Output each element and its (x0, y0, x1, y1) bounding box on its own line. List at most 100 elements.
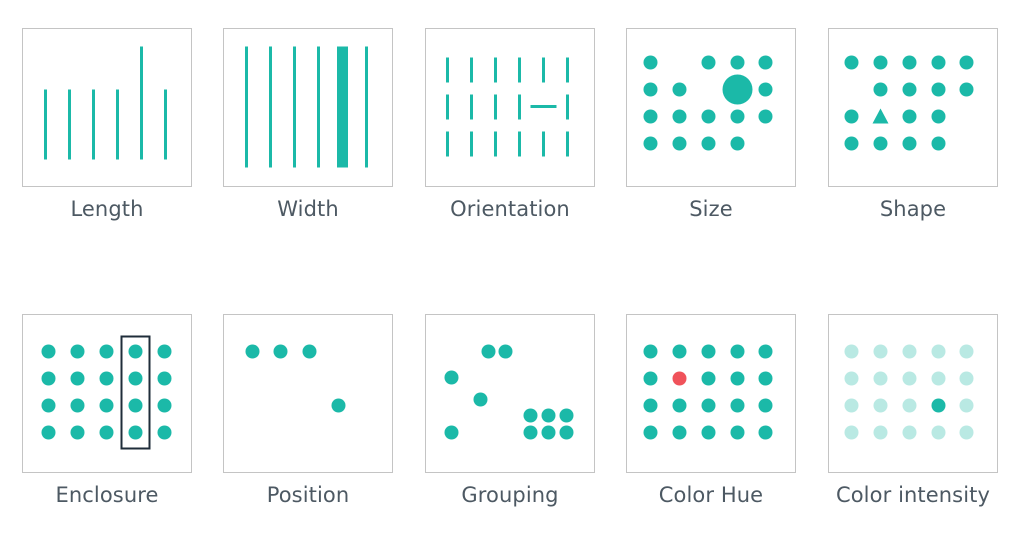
length-illustration (22, 28, 192, 187)
panel-label: Color Hue (658, 483, 764, 507)
dot (730, 136, 745, 151)
dot (902, 82, 917, 97)
dot (672, 398, 687, 413)
line-mark (164, 89, 167, 160)
panel-color-hue: Color Hue (626, 314, 796, 507)
panel-label: Length (70, 197, 144, 221)
dot (873, 371, 888, 386)
panel-label: Enclosure (55, 483, 159, 507)
dot (701, 55, 716, 70)
grouping-graphic (444, 344, 574, 440)
dot (873, 136, 888, 151)
dot (758, 55, 773, 70)
dot (758, 371, 773, 386)
dot (157, 425, 172, 440)
line-mark (365, 46, 368, 168)
line-mark (317, 46, 320, 168)
dot (758, 344, 773, 359)
line-mark (446, 131, 449, 157)
panel-width: Width (223, 28, 393, 221)
orientation-illustration (425, 28, 595, 187)
dot (873, 344, 888, 359)
dot (643, 55, 658, 70)
dot (931, 55, 946, 70)
panel-orientation: Orientation (425, 28, 595, 221)
dot (701, 425, 716, 440)
panel-shape: Shape (828, 28, 998, 221)
dot (873, 55, 888, 70)
dot (99, 371, 114, 386)
dot (70, 344, 85, 359)
dot (701, 371, 716, 386)
dot (128, 398, 143, 413)
width-illustration (223, 28, 393, 187)
line-mark (518, 131, 521, 157)
dot (959, 398, 974, 413)
dot (730, 55, 745, 70)
dot (931, 425, 946, 440)
dot (844, 109, 859, 124)
dot (672, 82, 687, 97)
dot (541, 425, 556, 440)
line-mark (542, 131, 545, 157)
dot (157, 398, 172, 413)
dot (730, 344, 745, 359)
dot (758, 82, 773, 97)
line-mark (140, 46, 143, 160)
dot (643, 425, 658, 440)
grouping-illustration (425, 314, 595, 473)
dot (99, 398, 114, 413)
dot (273, 344, 288, 359)
length-graphic (44, 46, 167, 160)
dot (99, 344, 114, 359)
dot (41, 398, 56, 413)
position-graphic (245, 344, 346, 413)
dot (959, 344, 974, 359)
dot (931, 82, 946, 97)
panel-position: Position (223, 314, 393, 507)
panel-label: Position (266, 483, 350, 507)
dot (730, 425, 745, 440)
dot (672, 425, 687, 440)
dot (758, 398, 773, 413)
panel-length: Length (22, 28, 192, 221)
dot (302, 344, 317, 359)
orientation-graphic (446, 57, 569, 157)
dot (41, 371, 56, 386)
shape-illustration (828, 28, 998, 187)
dot (444, 370, 459, 385)
dot (41, 425, 56, 440)
line-mark (446, 94, 449, 120)
dot (701, 109, 716, 124)
dot (758, 109, 773, 124)
enclosure-graphic (41, 335, 172, 450)
dot (99, 425, 114, 440)
enclosure-illustration (22, 314, 192, 473)
panel-grouping: Grouping (425, 314, 595, 507)
line-mark (44, 89, 47, 160)
panel-label: Color intensity (835, 483, 991, 507)
dot (643, 82, 658, 97)
panel-label: Size (689, 197, 733, 221)
dot (873, 425, 888, 440)
shape-graphic (844, 55, 974, 151)
dot (559, 425, 574, 440)
dot (128, 425, 143, 440)
dot (672, 371, 687, 386)
dot (873, 82, 888, 97)
panel-enclosure: Enclosure (22, 314, 192, 507)
dot (844, 136, 859, 151)
dot (959, 425, 974, 440)
dot (523, 425, 538, 440)
line-mark (494, 131, 497, 157)
dot (41, 344, 56, 359)
dot (70, 398, 85, 413)
color-hue-illustration (626, 314, 796, 473)
dot (481, 344, 496, 359)
panel-label: Orientation (450, 197, 570, 221)
dot (701, 398, 716, 413)
panel-label: Shape (879, 197, 947, 221)
line-mark (542, 57, 545, 83)
dot (523, 408, 538, 423)
dot (902, 55, 917, 70)
